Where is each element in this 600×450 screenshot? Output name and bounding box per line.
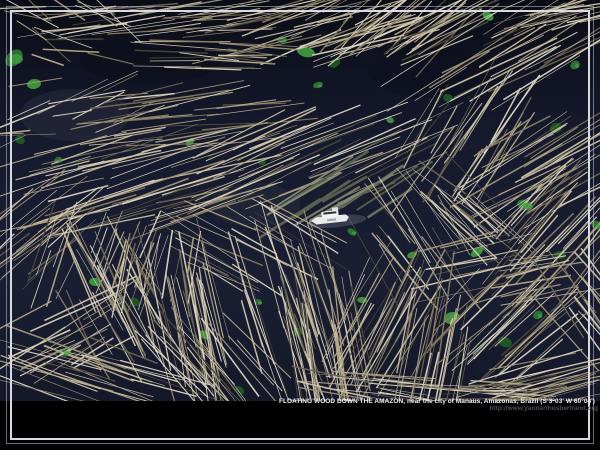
caption: FLOATING WOOD DOWN THE AMAZON, near the …: [279, 399, 595, 413]
photo-layer: [0, 0, 600, 450]
aerial-photo-floating-wood: [0, 0, 600, 450]
wallpaper: FLOATING WOOD DOWN THE AMAZON, near the …: [0, 0, 600, 450]
photo-credit-url: http://www.yannarthusbertrand.org: [279, 406, 598, 413]
